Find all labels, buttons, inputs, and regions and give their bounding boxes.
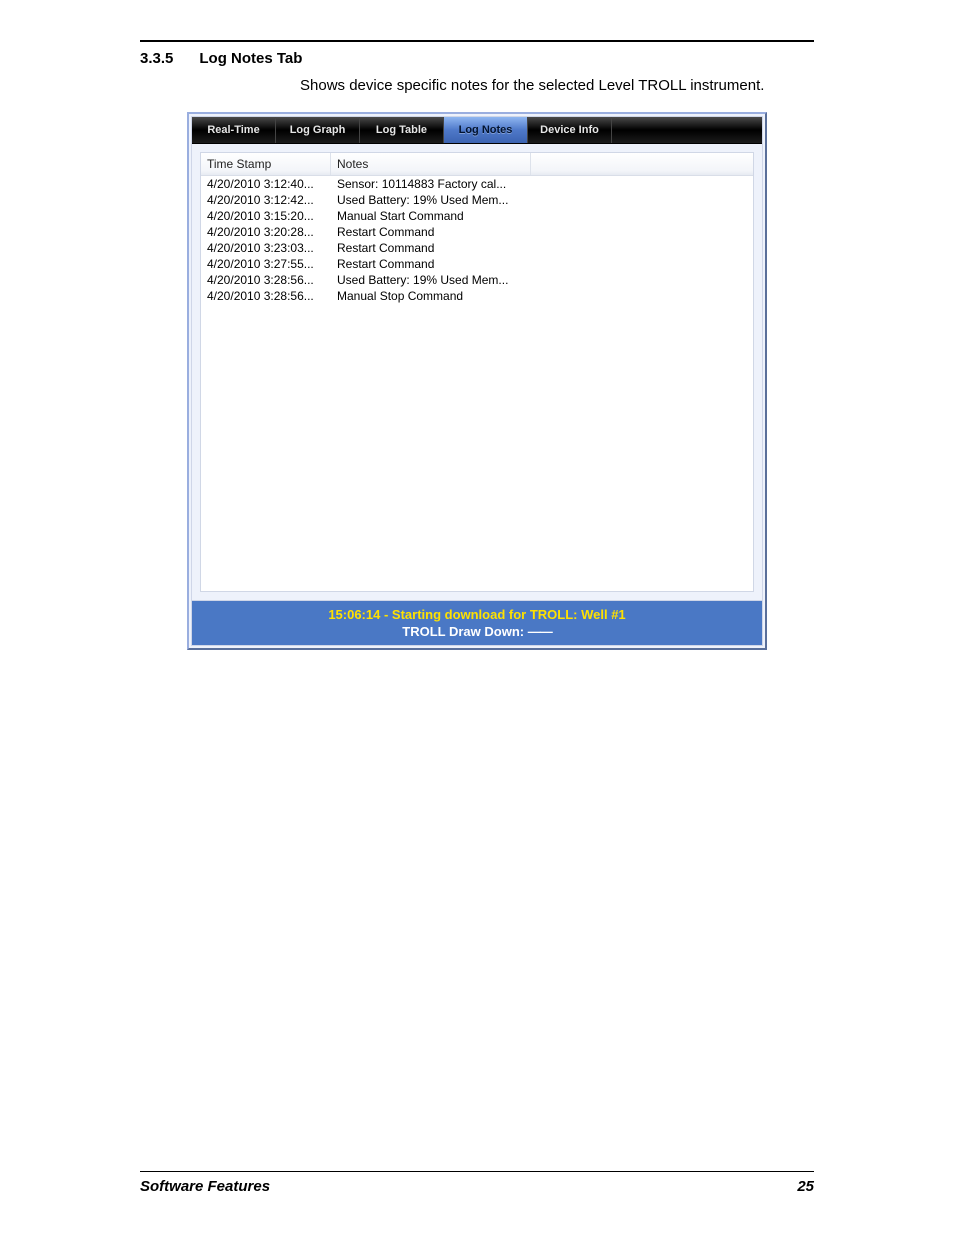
cell-note: Restart Command [331,256,753,272]
table-body: 4/20/2010 3:12:40... Sensor: 10114883 Fa… [201,176,753,304]
section-description: Shows device specific notes for the sele… [300,77,814,94]
app-inner-frame: Real-Time Log Graph Log Table Log Notes … [191,116,763,646]
cell-timestamp: 4/20/2010 3:28:56... [201,272,331,288]
top-rule [140,40,814,42]
tab-spacer [612,117,762,143]
footer-page-number: 25 [797,1178,814,1195]
cell-timestamp: 4/20/2010 3:23:03... [201,240,331,256]
tab-log-graph[interactable]: Log Graph [276,117,360,143]
cell-timestamp: 4/20/2010 3:28:56... [201,288,331,304]
table-row[interactable]: 4/20/2010 3:20:28... Restart Command [201,224,753,240]
status-line-2: TROLL Draw Down: —— [192,624,762,639]
cell-note: Manual Start Command [331,208,753,224]
table-row[interactable]: 4/20/2010 3:28:56... Used Battery: 19% U… [201,272,753,288]
tab-real-time[interactable]: Real-Time [192,117,276,143]
cell-note: Sensor: 10114883 Factory cal... [331,176,753,192]
tab-log-notes[interactable]: Log Notes [444,117,528,143]
cell-note: Used Battery: 19% Used Mem... [331,192,753,208]
cell-timestamp: 4/20/2010 3:27:55... [201,256,331,272]
section-header: 3.3.5 Log Notes Tab [140,50,814,67]
column-header-notes[interactable]: Notes [331,153,531,175]
section-title: Log Notes Tab [199,50,302,67]
table-header-row: Time Stamp Notes [201,153,753,176]
status-bar: 15:06:14 - Starting download for TROLL: … [192,600,762,645]
cell-timestamp: 4/20/2010 3:15:20... [201,208,331,224]
table-row[interactable]: 4/20/2010 3:15:20... Manual Start Comman… [201,208,753,224]
cell-timestamp: 4/20/2010 3:20:28... [201,224,331,240]
tab-device-info[interactable]: Device Info [528,117,612,143]
app-screenshot: Real-Time Log Graph Log Table Log Notes … [187,112,767,650]
footer-row: Software Features 25 [140,1178,814,1195]
column-header-timestamp[interactable]: Time Stamp [201,153,331,175]
cell-note: Restart Command [331,240,753,256]
status-line-2-prefix: TROLL Draw Down: [402,624,527,639]
cell-note: Restart Command [331,224,753,240]
status-line-1: 15:06:14 - Starting download for TROLL: … [192,607,762,622]
column-header-fill [531,153,753,175]
document-page: 3.3.5 Log Notes Tab Shows device specifi… [0,0,954,1235]
footer-left: Software Features [140,1178,270,1195]
page-footer: Software Features 25 [140,1171,814,1195]
cell-timestamp: 4/20/2010 3:12:42... [201,192,331,208]
log-notes-table: Time Stamp Notes 4/20/2010 3:12:40... Se… [200,152,754,592]
table-row[interactable]: 4/20/2010 3:27:55... Restart Command [201,256,753,272]
tab-log-table[interactable]: Log Table [360,117,444,143]
table-row[interactable]: 4/20/2010 3:12:42... Used Battery: 19% U… [201,192,753,208]
status-line-2-dash: —— [528,624,552,639]
cell-note: Used Battery: 19% Used Mem... [331,272,753,288]
cell-timestamp: 4/20/2010 3:12:40... [201,176,331,192]
table-row[interactable]: 4/20/2010 3:12:40... Sensor: 10114883 Fa… [201,176,753,192]
tab-bar: Real-Time Log Graph Log Table Log Notes … [192,117,762,144]
table-row[interactable]: 4/20/2010 3:23:03... Restart Command [201,240,753,256]
cell-note: Manual Stop Command [331,288,753,304]
bottom-rule [140,1171,814,1172]
table-row[interactable]: 4/20/2010 3:28:56... Manual Stop Command [201,288,753,304]
section-number: 3.3.5 [140,50,173,67]
